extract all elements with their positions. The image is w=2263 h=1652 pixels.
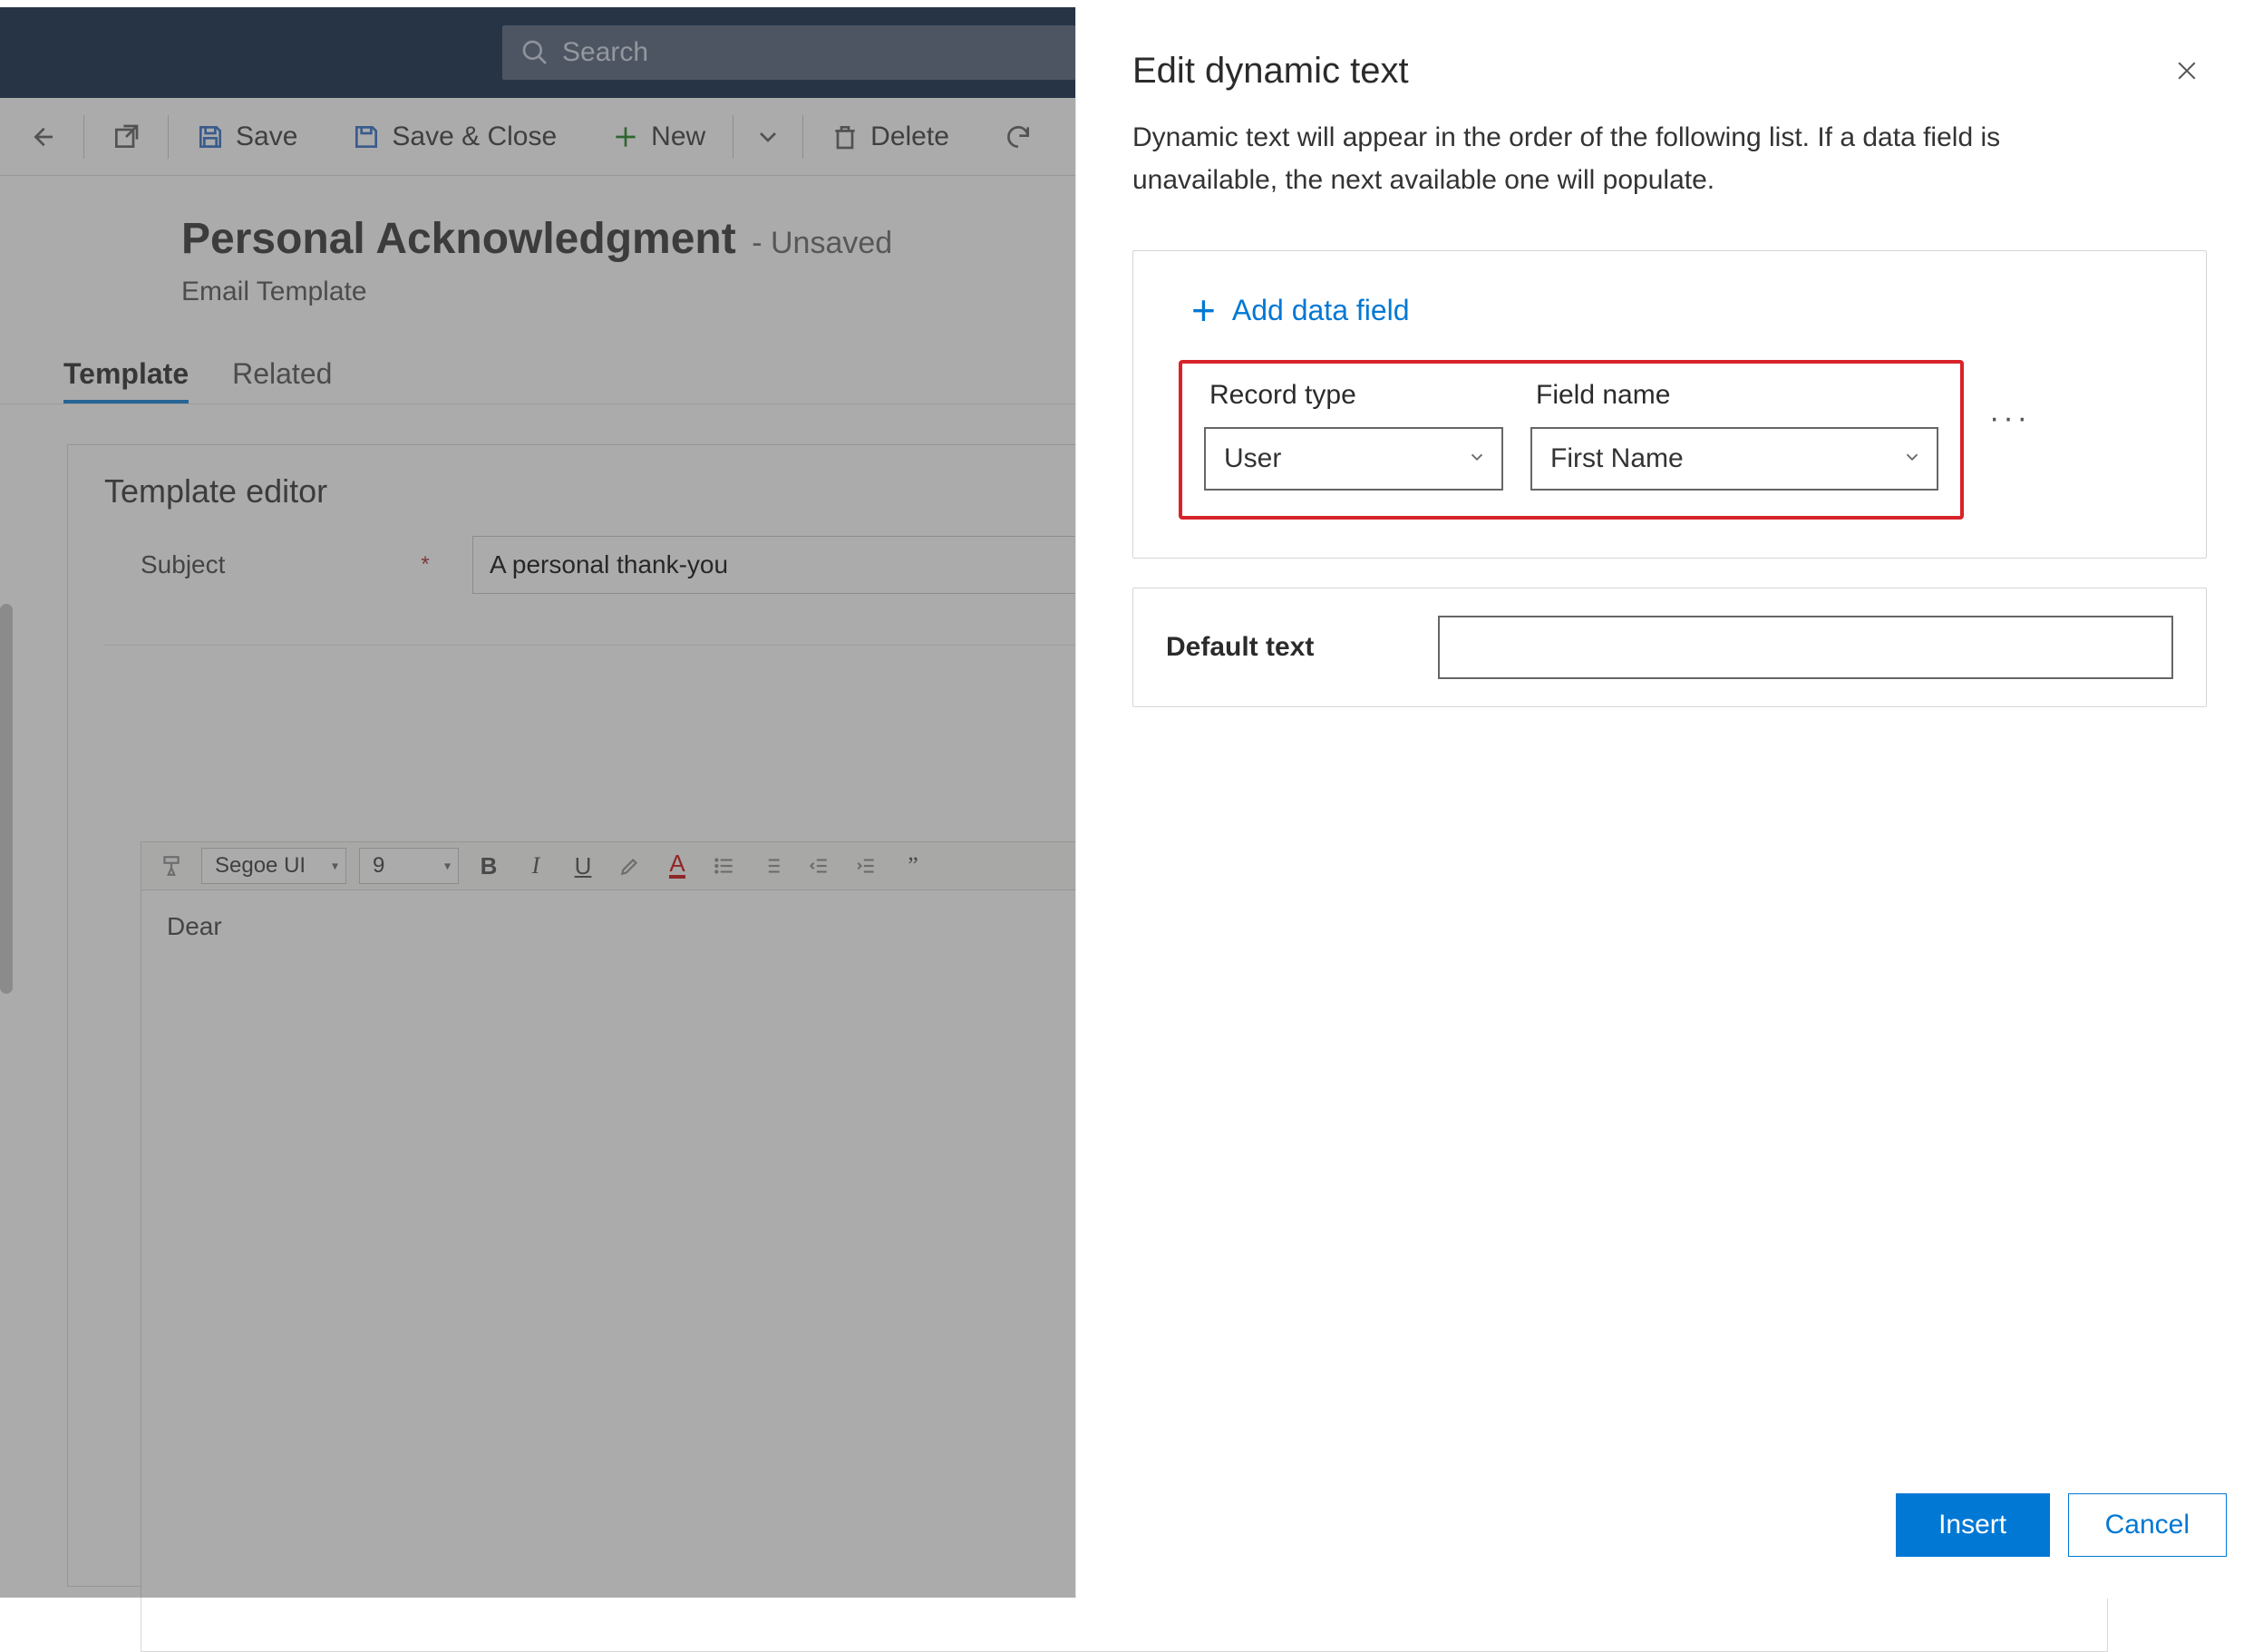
new-label: New	[651, 121, 705, 152]
font-color-button[interactable]: A	[660, 849, 694, 883]
field-name-dropdown[interactable]: First Name	[1530, 427, 1938, 491]
save-button[interactable]: Save	[169, 98, 325, 175]
record-type-dropdown[interactable]: User	[1204, 427, 1503, 491]
plus-icon	[611, 122, 640, 151]
font-size-value: 9	[373, 853, 384, 879]
trash-icon	[830, 122, 860, 151]
delete-label: Delete	[870, 121, 949, 152]
page-title-status: - Unsaved	[752, 226, 892, 260]
chevron-down-icon	[1467, 443, 1487, 474]
search-icon	[520, 38, 549, 67]
indent-button[interactable]	[849, 849, 883, 883]
required-indicator: *	[416, 552, 434, 578]
popout-icon	[112, 122, 141, 151]
number-list-icon	[760, 854, 783, 878]
format-painter-button[interactable]	[154, 849, 189, 883]
field-name-header: Field name	[1536, 380, 1938, 411]
field-name-value: First Name	[1550, 443, 1684, 474]
bullet-list-icon	[713, 854, 736, 878]
close-icon	[2173, 57, 2200, 84]
chevron-down-icon	[753, 122, 782, 151]
arrow-left-icon	[27, 122, 56, 151]
row-more-menu[interactable]: ···	[1982, 401, 2038, 436]
cancel-label: Cancel	[2105, 1510, 2190, 1540]
tab-template[interactable]: Template	[63, 354, 189, 404]
new-dropdown[interactable]	[733, 98, 802, 175]
indent-icon	[854, 854, 878, 878]
blockquote-button[interactable]: ”	[896, 849, 930, 883]
insert-label: Insert	[1938, 1510, 2006, 1540]
refresh-icon	[1004, 122, 1033, 151]
outdent-button[interactable]	[801, 849, 836, 883]
highlight-button[interactable]	[613, 849, 647, 883]
add-data-field-label: Add data field	[1232, 294, 1410, 327]
bullet-list-button[interactable]	[707, 849, 742, 883]
richtext-body-text: Dear	[167, 912, 222, 940]
number-list-button[interactable]	[754, 849, 789, 883]
plus-icon: +	[1191, 289, 1216, 331]
record-type-value: User	[1224, 443, 1281, 474]
search-placeholder: Search	[562, 37, 648, 68]
chevron-down-icon: ▾	[332, 859, 338, 874]
format-painter-icon	[160, 854, 183, 878]
save-close-label: Save & Close	[392, 121, 557, 152]
default-text-label: Default text	[1166, 632, 1393, 663]
save-close-icon	[352, 122, 381, 151]
italic-button[interactable]: I	[519, 849, 553, 883]
add-data-field-button[interactable]: + Add data field	[1191, 289, 1410, 331]
chevron-down-icon: ▾	[444, 859, 451, 874]
close-button[interactable]	[2167, 51, 2207, 91]
outdent-icon	[807, 854, 830, 878]
tab-related[interactable]: Related	[232, 354, 332, 404]
more-icon: ···	[1989, 401, 2031, 435]
data-field-row: Record type User Field name First Name	[1179, 360, 1964, 520]
font-size-dropdown[interactable]: 9 ▾	[359, 848, 459, 884]
chevron-down-icon	[1902, 443, 1922, 474]
cancel-button[interactable]: Cancel	[2068, 1493, 2227, 1557]
panel-description: Dynamic text will appear in the order of…	[1132, 117, 2130, 201]
bold-button[interactable]: B	[471, 849, 506, 883]
font-family-value: Segoe UI	[215, 853, 306, 879]
refresh-button[interactable]	[976, 98, 1060, 175]
default-text-input[interactable]	[1438, 616, 2173, 679]
delete-button[interactable]: Delete	[803, 98, 976, 175]
new-button[interactable]: New	[584, 98, 733, 175]
font-family-dropdown[interactable]: Segoe UI ▾	[201, 848, 346, 884]
record-type-header: Record type	[1209, 380, 1503, 411]
insert-button[interactable]: Insert	[1896, 1493, 2050, 1557]
edit-dynamic-text-panel: Edit dynamic text Dynamic text will appe…	[1075, 7, 2263, 1599]
highlight-icon	[618, 854, 642, 878]
save-icon	[196, 122, 225, 151]
page-title: Personal Acknowledgment	[181, 215, 736, 263]
save-label: Save	[236, 121, 297, 152]
save-close-button[interactable]: Save & Close	[325, 98, 584, 175]
scrollbar-thumb[interactable]	[0, 604, 13, 994]
underline-button[interactable]: U	[566, 849, 600, 883]
panel-title: Edit dynamic text	[1132, 51, 1409, 92]
open-new-window-button[interactable]	[84, 98, 168, 175]
subject-label: Subject	[141, 550, 394, 579]
back-button[interactable]	[0, 98, 83, 175]
